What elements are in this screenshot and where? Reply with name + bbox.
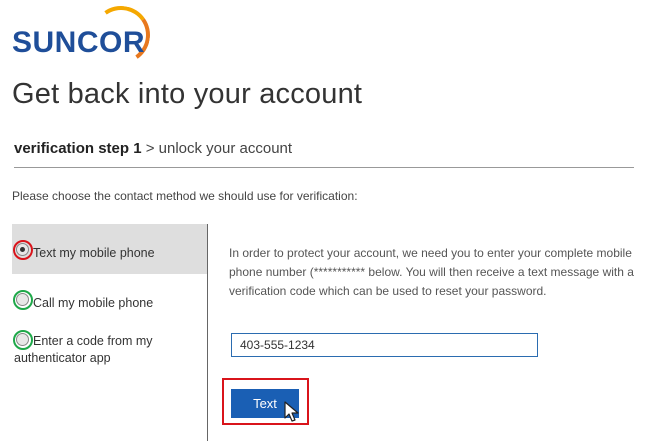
breadcrumb: verification step 1 > unlock your accoun…	[14, 140, 634, 168]
vertical-divider	[207, 224, 208, 441]
radio-text-mobile-phone[interactable]	[16, 243, 29, 256]
breadcrumb-next-step: unlock your account	[158, 140, 293, 157]
pointer-cursor-icon	[284, 401, 299, 422]
option-label: Text my mobile phone	[33, 246, 155, 260]
option-label: Call my mobile phone	[33, 296, 154, 310]
option-call-mobile-phone[interactable]: Call my mobile phone	[12, 288, 207, 318]
phone-number-input[interactable]	[231, 333, 538, 357]
breadcrumb-current-step: verification step 1	[14, 140, 142, 157]
page-title: Get back into your account	[12, 78, 363, 110]
instructions-text: Please choose the contact method we shou…	[12, 189, 358, 203]
option-text-mobile-phone[interactable]: Text my mobile phone	[12, 224, 207, 274]
logo-text: SUNCOR	[12, 26, 146, 59]
radio-call-mobile-phone[interactable]	[16, 293, 29, 306]
verification-info-text: In order to protect your account, we nee…	[229, 246, 634, 298]
radio-selected-dot	[20, 247, 25, 252]
breadcrumb-separator: >	[145, 140, 155, 157]
contact-method-list: Text my mobile phone Call my mobile phon…	[12, 224, 207, 441]
option-authenticator-app[interactable]: Enter a code from my authenticator app	[12, 330, 207, 370]
suncor-logo: SUNCOR	[10, 1, 155, 69]
option-label: Enter a code from my authenticator app	[14, 334, 153, 365]
